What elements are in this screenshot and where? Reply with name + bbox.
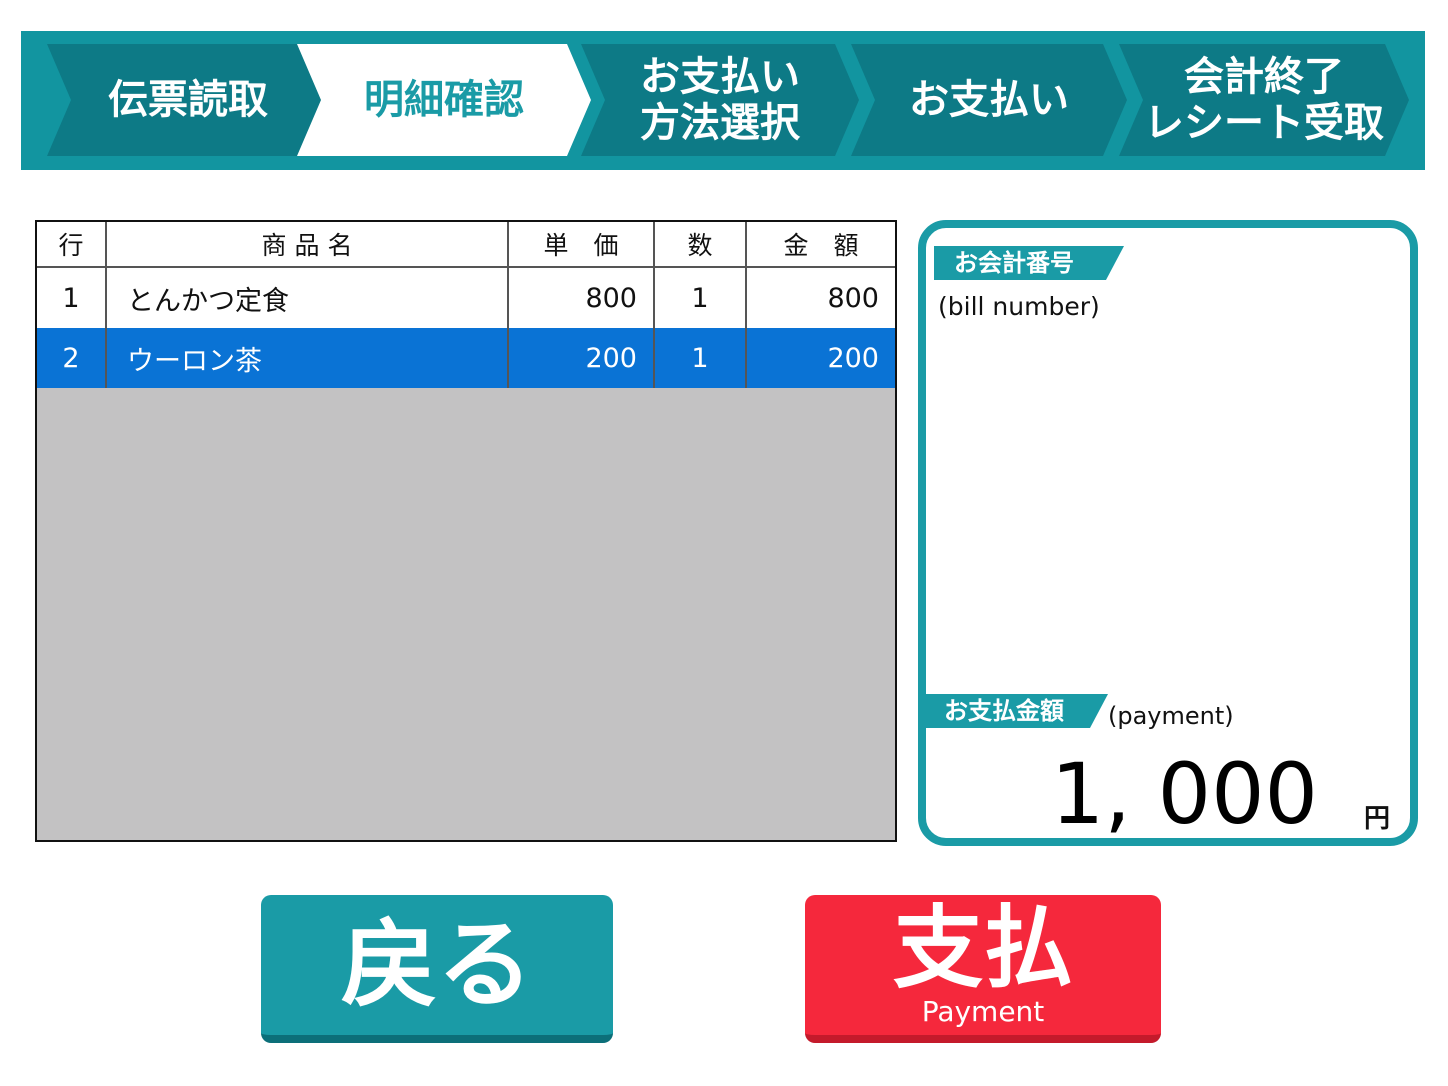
row-amount: 200 [746, 328, 895, 388]
row-quantity: 1 [654, 267, 747, 328]
back-button[interactable]: 戻る [261, 895, 613, 1043]
bill-info-panel: お会計番号 (bill number) お支払金額 (payment) 1, 0… [918, 220, 1418, 846]
table-row[interactable]: 1 とんかつ定食 800 1 800 [37, 267, 895, 328]
row-amount: 800 [746, 267, 895, 328]
bill-number-sublabel: (bill number) [938, 292, 1100, 321]
payment-amount-value: 1, 000 [1050, 745, 1318, 843]
col-header-amount: 金 額 [746, 222, 895, 268]
table-row-selected[interactable]: 2 ウーロン茶 200 1 200 [37, 328, 895, 388]
row-line-number: 2 [37, 328, 107, 388]
step-details-confirm-label: 明細確認 [364, 77, 524, 123]
row-unit-price: 800 [508, 267, 655, 328]
step-payment: お支払い [851, 44, 1127, 156]
table-header-row: 行 商 品 名 単 価 数 金 額 [37, 222, 895, 268]
currency-unit: 円 [1363, 804, 1390, 834]
order-detail-table: 行 商 品 名 単 価 数 金 額 1 とんかつ定食 800 1 800 2 ウ… [35, 220, 897, 842]
pay-button[interactable]: 支払 Payment [805, 895, 1161, 1043]
back-button-label: 戻る [341, 909, 533, 1021]
step-payment-method: お支払い 方法選択 [581, 44, 859, 156]
row-line-number: 1 [37, 267, 107, 328]
progress-steps-banner: 伝票読取 明細確認 お支払い 方法選択 お支払い 会計終了 レシート受取 [21, 31, 1425, 170]
step-payment-method-label: お支払い 方法選択 [640, 54, 800, 146]
col-header-line: 行 [37, 222, 107, 268]
step-details-confirm: 明細確認 [297, 44, 591, 156]
payment-amount-label: お支払金額 [926, 694, 1108, 728]
col-header-unit-price: 単 価 [508, 222, 655, 268]
col-header-item-name: 商 品 名 [106, 222, 509, 268]
payment-amount-sublabel: (payment) [1108, 702, 1234, 730]
col-header-quantity: 数 [654, 222, 747, 268]
pay-button-sublabel: Payment [921, 995, 1045, 1028]
step-slip-read-label: 伝票読取 [108, 77, 268, 123]
row-unit-price: 200 [508, 328, 655, 388]
step-slip-read: 伝票読取 [47, 44, 329, 156]
pay-button-label: 支払 [893, 896, 1073, 1001]
step-receipt: 会計終了 レシート受取 [1119, 44, 1409, 156]
row-quantity: 1 [654, 328, 747, 388]
step-payment-label: お支払い [909, 77, 1069, 123]
step-receipt-label: 会計終了 レシート受取 [1144, 54, 1384, 146]
row-item-name: とんかつ定食 [106, 267, 509, 328]
bill-number-label: お会計番号 [934, 246, 1124, 280]
row-item-name: ウーロン茶 [106, 328, 509, 388]
